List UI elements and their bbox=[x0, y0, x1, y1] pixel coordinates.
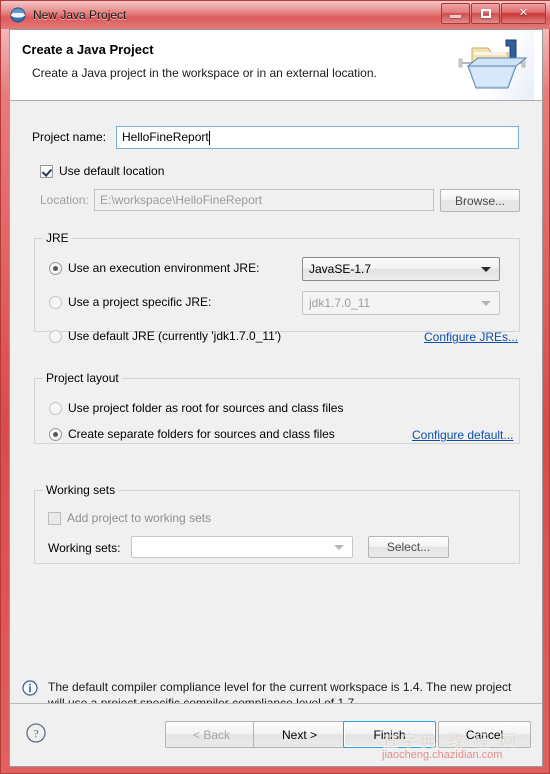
jre-project-specific-label: Use a project specific JRE: bbox=[68, 295, 212, 309]
text-caret bbox=[209, 131, 210, 145]
layout-project-folder-radio[interactable] bbox=[49, 401, 62, 415]
java-globe-icon bbox=[10, 7, 26, 23]
jre-option-execution-environment[interactable]: Use an execution environment JRE: bbox=[49, 261, 259, 275]
finish-button[interactable]: Finish bbox=[343, 721, 436, 748]
chevron-down-icon bbox=[481, 267, 491, 272]
jre-group: JRE Use an execution environment JRE: Ja… bbox=[34, 231, 520, 344]
add-to-working-sets-label: Add project to working sets bbox=[67, 511, 212, 525]
project-layout-group-title: Project layout bbox=[43, 371, 122, 385]
dialog-window: New Java Project ✕ Create a Java Project… bbox=[0, 0, 550, 774]
project-name-label: Project name: bbox=[32, 130, 107, 144]
help-icon[interactable]: ? bbox=[26, 723, 46, 743]
browse-button-label: Browse... bbox=[454, 193, 505, 208]
cancel-button-label: Cancel bbox=[465, 727, 504, 742]
cancel-button[interactable]: Cancel bbox=[438, 721, 531, 748]
minimize-button[interactable] bbox=[441, 3, 470, 24]
jre-execution-environment-radio[interactable] bbox=[49, 261, 62, 275]
location-value: E:\workspace\HelloFineReport bbox=[100, 193, 263, 207]
project-name-value: HelloFineReport bbox=[122, 130, 209, 144]
working-sets-group: Working sets Add project to working sets… bbox=[34, 483, 520, 564]
working-sets-group-title: Working sets bbox=[43, 483, 119, 497]
configure-default-link[interactable]: Configure default... bbox=[412, 428, 513, 442]
jre-option-default[interactable]: Use default JRE (currently 'jdk1.7.0_11'… bbox=[49, 329, 281, 343]
project-jre-value: jdk1.7.0_11 bbox=[309, 296, 371, 310]
window-controls: ✕ bbox=[440, 3, 546, 24]
project-name-label-wrap: Project name: bbox=[32, 130, 106, 144]
location-input[interactable]: E:\workspace\HelloFineReport bbox=[94, 189, 434, 211]
project-jre-combo[interactable]: jdk1.7.0_11 bbox=[302, 291, 500, 315]
use-default-location-checkbox[interactable] bbox=[40, 164, 53, 178]
watermark-en: jiaocheng.chazidian.com bbox=[382, 749, 503, 761]
maximize-button[interactable] bbox=[471, 3, 500, 24]
back-button-label: < Back bbox=[192, 727, 231, 742]
jre-execution-environment-label: Use an execution environment JRE: bbox=[68, 261, 260, 275]
execution-environment-value: JavaSE-1.7 bbox=[309, 262, 372, 276]
add-to-working-sets-checkbox[interactable] bbox=[48, 511, 61, 525]
chevron-down-icon bbox=[334, 545, 344, 550]
page-title: Create a Java Project bbox=[22, 42, 154, 57]
close-icon: ✕ bbox=[518, 7, 529, 19]
maximize-icon bbox=[480, 9, 491, 18]
info-icon bbox=[22, 680, 38, 696]
svg-text:?: ? bbox=[33, 727, 38, 741]
jre-option-project-specific[interactable]: Use a project specific JRE: bbox=[49, 295, 211, 309]
add-to-working-sets-row[interactable]: Add project to working sets bbox=[48, 511, 211, 525]
java-project-folder-icon bbox=[450, 30, 534, 100]
select-working-sets-label: Select... bbox=[386, 540, 431, 554]
dialog-client-area: Create a Java Project Create a Java proj… bbox=[9, 29, 543, 767]
next-button[interactable]: Next > bbox=[253, 721, 346, 748]
location-label: Location: bbox=[40, 193, 89, 207]
wizard-body: Project name: HelloFineReport Use defaul… bbox=[10, 101, 542, 736]
location-label-wrap: Location: bbox=[40, 193, 89, 207]
working-sets-combo[interactable] bbox=[131, 536, 353, 558]
finish-button-label: Finish bbox=[373, 727, 406, 742]
dialog-footer: ? < Back Next > Finish Cancel 查字典 教 程 网 … bbox=[10, 703, 542, 766]
layout-project-folder-label: Use project folder as root for sources a… bbox=[68, 401, 344, 415]
jre-default-radio[interactable] bbox=[49, 329, 62, 343]
next-button-label: Next > bbox=[281, 727, 317, 742]
back-button[interactable]: < Back bbox=[165, 721, 258, 748]
jre-default-label: Use default JRE (currently 'jdk1.7.0_11'… bbox=[68, 329, 282, 343]
wizard-banner: Create a Java Project Create a Java proj… bbox=[10, 30, 542, 101]
jre-group-title: JRE bbox=[43, 231, 72, 245]
page-description: Create a Java project in the workspace o… bbox=[32, 66, 377, 80]
jre-project-specific-radio[interactable] bbox=[49, 295, 62, 309]
browse-button[interactable]: Browse... bbox=[440, 189, 520, 212]
configure-jres-link[interactable]: Configure JREs... bbox=[424, 330, 518, 344]
execution-environment-combo[interactable]: JavaSE-1.7 bbox=[302, 257, 500, 281]
window-title: New Java Project bbox=[33, 8, 127, 22]
chevron-down-icon bbox=[481, 301, 491, 306]
layout-separate-folders-radio[interactable] bbox=[49, 427, 62, 441]
title-bar: New Java Project ✕ bbox=[1, 1, 550, 29]
project-name-input[interactable]: HelloFineReport bbox=[116, 126, 519, 149]
use-default-location-label: Use default location bbox=[59, 164, 165, 178]
layout-option-separate-folders[interactable]: Create separate folders for sources and … bbox=[49, 427, 335, 441]
project-layout-group: Project layout Use project folder as roo… bbox=[34, 371, 520, 444]
working-sets-label: Working sets: bbox=[48, 541, 121, 555]
select-working-sets-button[interactable]: Select... bbox=[368, 536, 449, 558]
layout-option-project-folder[interactable]: Use project folder as root for sources a… bbox=[49, 401, 343, 415]
close-button[interactable]: ✕ bbox=[501, 3, 546, 24]
use-default-location-row[interactable]: Use default location bbox=[40, 164, 164, 178]
minimize-icon bbox=[450, 15, 461, 18]
layout-separate-folders-label: Create separate folders for sources and … bbox=[68, 427, 335, 441]
